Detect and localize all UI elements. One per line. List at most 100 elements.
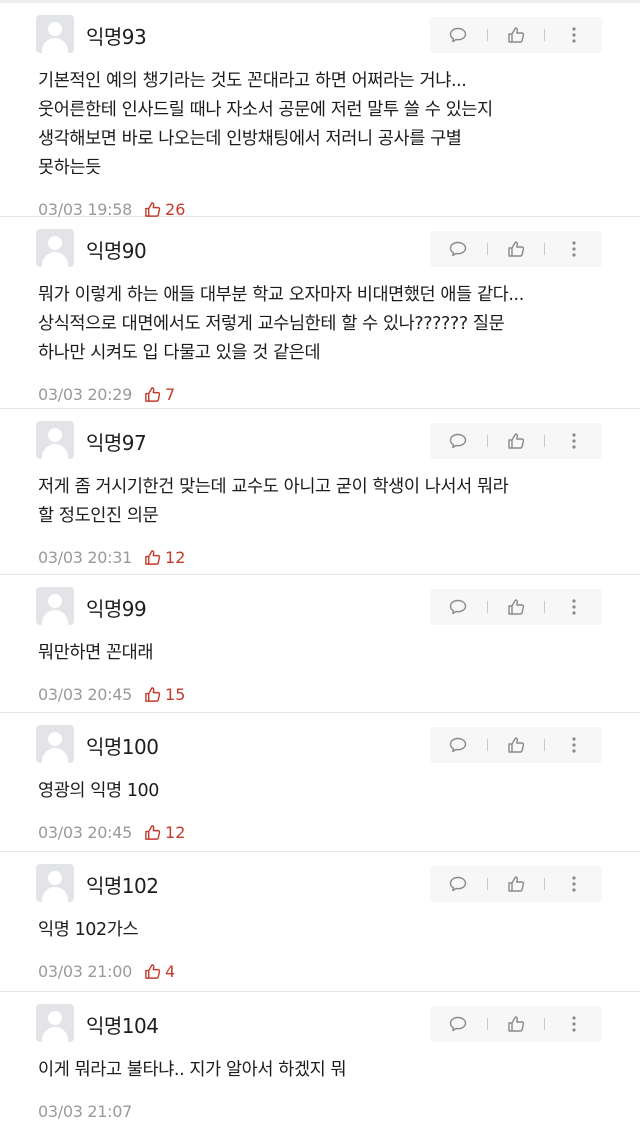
like-indicator: 12 [144, 823, 185, 842]
like-indicator: 26 [144, 200, 185, 219]
thumbs-up-icon [144, 549, 161, 566]
comment-nickname[interactable]: 익명97 [86, 427, 147, 456]
speech-bubble-icon [449, 433, 467, 449]
more-button[interactable] [545, 1006, 602, 1042]
comment-item: 익명93 기본적인 예의 챙기라는 것도 꼰대라고 하면 어쩌라는 거냐... … [0, 3, 640, 219]
more-button[interactable] [545, 231, 602, 267]
comment-action-bar [430, 727, 602, 763]
comment-header: 익명90 [36, 229, 640, 269]
like-count: 12 [165, 547, 186, 567]
more-vertical-icon [571, 598, 577, 616]
like-count: 26 [165, 199, 186, 219]
comment-date: 03/03 21:07 [38, 1101, 133, 1121]
thumbs-up-icon [144, 201, 161, 218]
more-button[interactable] [545, 17, 602, 53]
default-avatar-icon[interactable] [36, 421, 74, 459]
comment-date: 03/03 20:45 [38, 684, 133, 704]
default-avatar-icon[interactable] [36, 725, 74, 763]
default-avatar-icon[interactable] [36, 1004, 74, 1042]
comment-item: 익명90 뭐가 이렇게 하는 애들 대부분 학교 오자마자 비대면했던 애들 같… [0, 217, 640, 409]
comment-header: 익명104 [36, 1004, 640, 1044]
comment-action-bar [430, 17, 602, 53]
comment-item: 익명104 이게 뭐라고 불타냐.. 지가 알아서 하겠지 뭐 03/03 21… [0, 992, 640, 1121]
speech-bubble-icon [449, 27, 467, 43]
comment-header: 익명100 [36, 725, 640, 765]
reply-button[interactable] [430, 727, 487, 763]
comment-action-bar [430, 231, 602, 267]
comment-date: 03/03 21:00 [38, 961, 133, 981]
comment-text: 이게 뭐라고 불타냐.. 지가 알아서 하겠지 뭐 [38, 1060, 347, 1080]
comment-header: 익명97 [36, 421, 640, 461]
more-vertical-icon [571, 432, 577, 450]
comment-text: 익명 102가스 [38, 920, 139, 940]
like-button[interactable] [488, 727, 545, 763]
thumbs-up-icon [507, 875, 525, 893]
comment-action-bar [430, 866, 602, 902]
default-avatar-icon[interactable] [36, 864, 74, 902]
speech-bubble-icon [449, 241, 467, 257]
like-button[interactable] [488, 866, 545, 902]
comment-date: 03/03 20:31 [38, 547, 133, 567]
thumbs-up-icon [507, 26, 525, 44]
speech-bubble-icon [449, 876, 467, 892]
default-avatar-icon[interactable] [36, 15, 74, 53]
default-avatar-icon[interactable] [36, 587, 74, 625]
more-vertical-icon [571, 736, 577, 754]
comment-action-bar [430, 589, 602, 625]
reply-button[interactable] [430, 1006, 487, 1042]
thumbs-up-icon [507, 1015, 525, 1033]
comment-date: 03/03 20:29 [38, 384, 133, 404]
default-avatar-icon[interactable] [36, 229, 74, 267]
reply-button[interactable] [430, 423, 487, 459]
comment-nickname[interactable]: 익명102 [86, 870, 159, 899]
reply-button[interactable] [430, 17, 487, 53]
comment-meta: 03/03 21:00 4 [38, 959, 640, 983]
comment-meta: 03/03 20:45 15 [38, 682, 640, 706]
comment-text: 뭐만하면 꼰대래 [38, 643, 154, 663]
like-indicator: 7 [144, 385, 175, 404]
like-indicator: 4 [144, 962, 175, 981]
comment-nickname[interactable]: 익명90 [86, 235, 147, 264]
more-vertical-icon [571, 875, 577, 893]
comment-item: 익명97 저게 좀 거시기한건 맞는데 교수도 아니고 굳이 학생이 나서서 뭐… [0, 409, 640, 575]
reply-button[interactable] [430, 589, 487, 625]
more-button[interactable] [545, 727, 602, 763]
like-count: 15 [165, 684, 186, 704]
reply-button[interactable] [430, 231, 487, 267]
comment-header: 익명102 [36, 864, 640, 904]
more-button[interactable] [545, 423, 602, 459]
thumbs-up-icon [507, 736, 525, 754]
more-vertical-icon [571, 1015, 577, 1033]
more-button[interactable] [545, 866, 602, 902]
like-button[interactable] [488, 423, 545, 459]
comment-nickname[interactable]: 익명93 [86, 21, 147, 50]
thumbs-up-icon [144, 963, 161, 980]
thumbs-up-icon [144, 686, 161, 703]
like-button[interactable] [488, 231, 545, 267]
comment-text: 뭐가 이렇게 하는 애들 대부분 학교 오자마자 비대면했던 애들 같다... … [38, 285, 524, 363]
comment-meta: 03/03 20:45 12 [38, 820, 640, 844]
comment-text: 기본적인 예의 챙기라는 것도 꼰대라고 하면 어쩌라는 거냐... 웃어른한테… [38, 71, 493, 178]
comment-date: 03/03 20:45 [38, 822, 133, 842]
like-button[interactable] [488, 17, 545, 53]
comment-nickname[interactable]: 익명104 [86, 1010, 159, 1039]
comment-text: 저게 좀 거시기한건 맞는데 교수도 아니고 굳이 학생이 나서서 뭐라 할 정… [38, 477, 509, 526]
like-button[interactable] [488, 1006, 545, 1042]
speech-bubble-icon [449, 599, 467, 615]
comment-list: 익명93 기본적인 예의 챙기라는 것도 꼰대라고 하면 어쩌라는 거냐... … [0, 3, 640, 1121]
comment-text: 영광의 익명 100 [38, 781, 160, 801]
thumbs-up-icon [507, 240, 525, 258]
comment-item: 익명102 익명 102가스 03/03 21:00 4 [0, 852, 640, 992]
comment-header: 익명99 [36, 587, 640, 627]
comment-header: 익명93 [36, 15, 640, 55]
more-button[interactable] [545, 589, 602, 625]
comment-date: 03/03 19:58 [38, 199, 133, 219]
like-indicator: 15 [144, 685, 185, 704]
more-vertical-icon [571, 26, 577, 44]
comment-nickname[interactable]: 익명100 [86, 731, 159, 760]
comment-nickname[interactable]: 익명99 [86, 593, 147, 622]
comment-meta: 03/03 20:31 12 [38, 545, 640, 569]
like-button[interactable] [488, 589, 545, 625]
reply-button[interactable] [430, 866, 487, 902]
thumbs-up-icon [144, 386, 161, 403]
